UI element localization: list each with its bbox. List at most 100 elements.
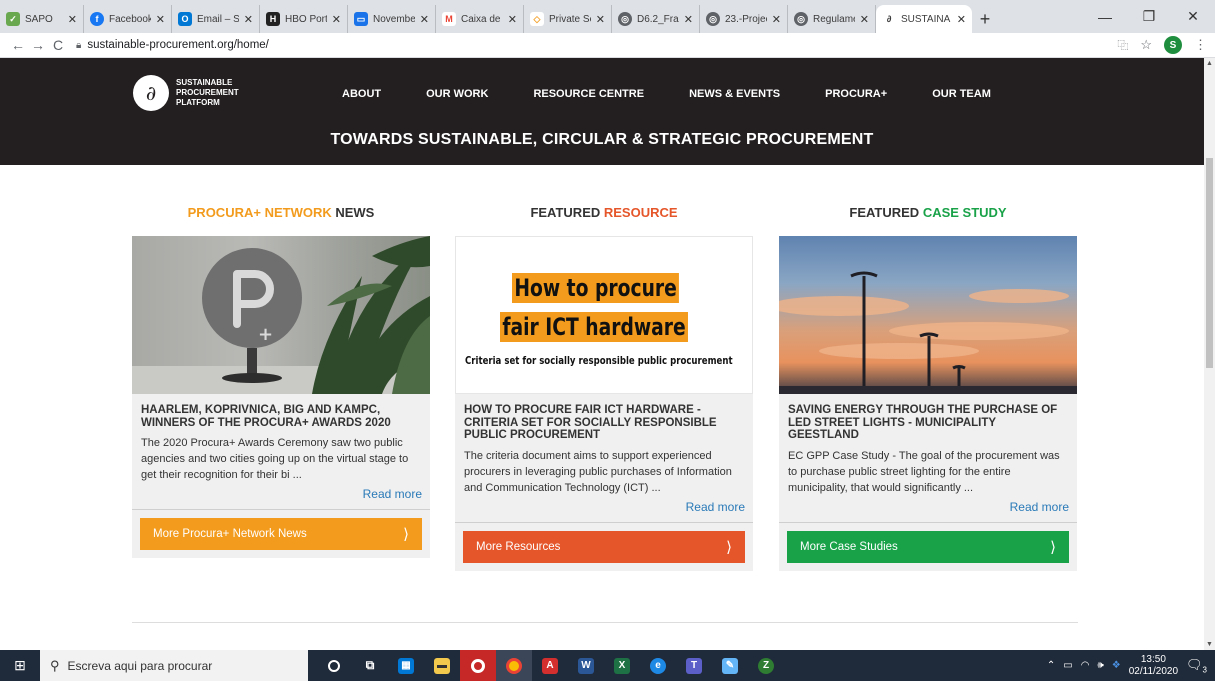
tab-sapo[interactable]: ✓ SAPO ✕ <box>0 5 84 33</box>
divider <box>779 521 1077 523</box>
close-icon[interactable]: ✕ <box>957 13 966 26</box>
tab-label: 23.-Projec <box>725 13 767 25</box>
reload-icon[interactable]: C <box>48 37 68 53</box>
acrobat-icon[interactable]: A <box>532 650 568 681</box>
title-accent: RESOURCE <box>603 205 678 220</box>
case-study-section-title: FEATURED CASE STUDY <box>779 205 1077 220</box>
private-search-favicon-icon: ◇ <box>530 12 544 26</box>
tab-23-projec[interactable]: ◎ 23.-Projec ✕ <box>700 5 788 33</box>
more-news-button[interactable]: More Procura+ Network News ⟩ <box>140 518 422 550</box>
case-study-heading[interactable]: SAVING ENERGY THROUGH THE PURCHASE OF LE… <box>779 394 1077 442</box>
close-icon[interactable]: ✕ <box>68 13 77 26</box>
close-icon[interactable]: ✕ <box>596 13 605 26</box>
word-icon[interactable]: W <box>568 650 604 681</box>
tab-label: Private Se <box>549 13 591 25</box>
chevron-up-icon[interactable]: ⌃ <box>1047 660 1055 671</box>
site-logo[interactable]: ∂ SUSTAINABLE PROCUREMENT PLATFORM <box>133 75 266 111</box>
tab-hbo[interactable]: H HBO Portu ✕ <box>260 5 348 33</box>
tab-november[interactable]: ▭ Novembe ✕ <box>348 5 436 33</box>
taskbar-search[interactable]: ⚲ Escreva aqui para procurar <box>40 650 308 681</box>
cortana-icon[interactable] <box>316 650 352 681</box>
file-explorer-icon[interactable]: ▬ <box>424 650 460 681</box>
chrome-icon[interactable] <box>496 650 532 681</box>
hbo-favicon-icon: H <box>266 12 280 26</box>
dropbox-icon[interactable]: ❖ <box>1112 660 1121 671</box>
wifi-icon[interactable]: ◠ <box>1081 660 1090 671</box>
task-view-icon[interactable]: ⧉ <box>352 650 388 681</box>
edge-icon[interactable]: e <box>640 650 676 681</box>
address-bar: ← → C 🔒︎ sustainable-procurement.org/hom… <box>0 33 1215 58</box>
url-text: sustainable-procurement.org/home/ <box>87 39 269 51</box>
close-icon[interactable]: ✕ <box>772 13 781 26</box>
paint-icon[interactable]: ✎ <box>712 650 748 681</box>
new-tab-button[interactable]: + <box>972 5 998 33</box>
close-icon[interactable]: ✕ <box>508 13 517 26</box>
nav-resource-centre[interactable]: RESOURCE CENTRE <box>533 88 644 100</box>
news-read-more-link[interactable]: Read more <box>132 483 430 509</box>
close-icon[interactable]: ✕ <box>684 13 693 26</box>
translate-icon[interactable]: ⿻ <box>1117 37 1128 53</box>
cover-title-line1: How to procure <box>512 273 680 303</box>
notification-center-icon[interactable]: 🗨︎3 <box>1186 657 1207 675</box>
store-icon[interactable]: ▦ <box>388 650 424 681</box>
nav-news-events[interactable]: NEWS & EVENTS <box>689 88 780 100</box>
page-scrollbar[interactable]: ▲ ▼ <box>1204 58 1215 650</box>
nav-our-work[interactable]: OUR WORK <box>426 88 488 100</box>
scroll-thumb[interactable] <box>1206 158 1213 368</box>
tab-d62[interactable]: ◎ D6.2_Fra ✕ <box>612 5 700 33</box>
title-accent: PROCURA+ NETWORK <box>187 205 332 220</box>
bookmark-star-icon[interactable]: ☆ <box>1140 37 1152 53</box>
volume-icon[interactable]: 🕪︎ <box>1097 660 1103 671</box>
teams-icon[interactable]: T <box>676 650 712 681</box>
case-study-read-more-link[interactable]: Read more <box>779 496 1077 522</box>
nav-procura-plus[interactable]: PROCURA+ <box>825 88 887 100</box>
nav-our-team[interactable]: OUR TEAM <box>932 88 991 100</box>
scroll-down-icon[interactable]: ▼ <box>1206 641 1213 648</box>
tab-gmail[interactable]: M Caixa de e ✕ <box>436 5 524 33</box>
tab-facebook[interactable]: f Facebook ✕ <box>84 5 172 33</box>
spp-favicon-icon: ∂ <box>882 12 896 26</box>
tab-private[interactable]: ◇ Private Se ✕ <box>524 5 612 33</box>
resource-cover-image[interactable]: How to procure fair ICT hardware Criteri… <box>455 236 753 394</box>
browser-menu-icon[interactable]: ⋮ <box>1194 37 1207 53</box>
svg-text:+: + <box>258 324 273 345</box>
resource-read-more-link[interactable]: Read more <box>455 496 753 522</box>
close-icon[interactable]: ✕ <box>860 13 869 26</box>
minimize-icon[interactable]: — <box>1083 9 1127 25</box>
tab-sustainable[interactable]: ∂ SUSTAINA ✕ <box>876 5 972 33</box>
windows-start-icon[interactable]: ⊞ <box>0 650 40 681</box>
zoom-icon[interactable]: Z <box>748 650 784 681</box>
divider <box>455 521 753 523</box>
search-placeholder: Escreva aqui para procurar <box>67 658 213 673</box>
taskbar-clock[interactable]: 13:50 02/11/2020 <box>1129 654 1178 678</box>
resource-heading[interactable]: HOW TO PROCURE FAIR ICT HARDWARE - CRITE… <box>455 394 753 442</box>
close-icon[interactable]: ✕ <box>156 13 165 26</box>
tab-label: Email – Sc <box>197 13 239 25</box>
logo-text: SUSTAINABLE PROCUREMENT PLATFORM <box>176 78 239 107</box>
browser-tab-strip: ✓ SAPO ✕ f Facebook ✕ O Email – Sc ✕ H H… <box>0 0 1215 33</box>
back-icon[interactable]: ← <box>8 37 28 53</box>
window-close-icon[interactable]: ✕ <box>1171 8 1215 25</box>
facebook-favicon-icon: f <box>90 12 104 26</box>
news-image[interactable]: + <box>132 236 430 394</box>
url-field[interactable]: 🔒︎ sustainable-procurement.org/home/ <box>76 39 269 51</box>
more-resources-button[interactable]: More Resources ⟩ <box>463 530 745 563</box>
close-icon[interactable]: ✕ <box>332 13 341 26</box>
more-case-studies-button[interactable]: More Case Studies ⟩ <box>787 530 1069 563</box>
case-study-image[interactable] <box>779 236 1077 394</box>
tab-regulame[interactable]: ◎ Regulame ✕ <box>788 5 876 33</box>
scroll-up-icon[interactable]: ▲ <box>1206 60 1213 67</box>
tab-email[interactable]: O Email – Sc ✕ <box>172 5 260 33</box>
excel-icon[interactable]: X <box>604 650 640 681</box>
close-icon[interactable]: ✕ <box>244 13 253 26</box>
maximize-icon[interactable]: ❐ <box>1127 8 1171 25</box>
opera-icon[interactable] <box>460 650 496 681</box>
battery-icon[interactable]: ▭ <box>1063 660 1072 671</box>
cover-subtitle: Criteria set for socially responsible pu… <box>465 354 733 367</box>
gmail-favicon-icon: M <box>442 12 456 26</box>
nav-about[interactable]: ABOUT <box>342 88 381 100</box>
forward-icon[interactable]: → <box>28 37 48 53</box>
close-icon[interactable]: ✕ <box>420 13 429 26</box>
profile-avatar[interactable]: S <box>1164 36 1182 54</box>
news-heading[interactable]: HAARLEM, KOPRIVNICA, BIG AND KAMPC, WINN… <box>132 394 430 429</box>
